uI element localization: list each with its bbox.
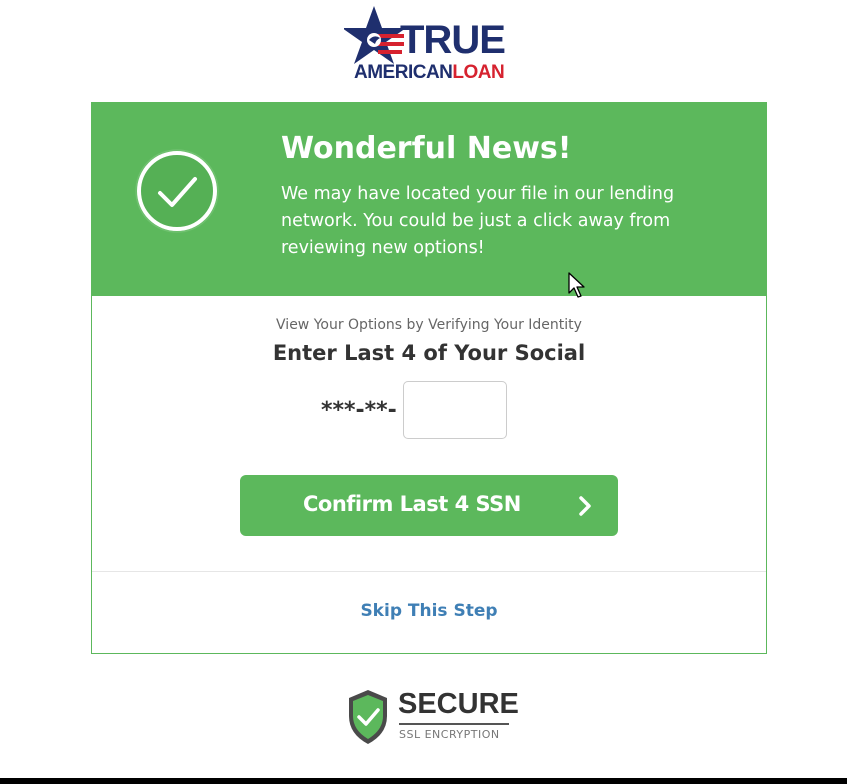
shield-check-icon [349,690,387,744]
logo-bottom-line: AMERICANLOAN [354,62,505,83]
banner-message: We may have located your file in our len… [281,184,675,258]
bottom-edge-bar [0,778,847,784]
page: TRUE AMERICANLOAN Wonderful News! We may… [0,0,847,784]
secure-title: SECURE [398,688,519,720]
confirm-ssn-button[interactable]: Confirm Last 4 SSN [240,475,618,536]
confirm-ssn-label: Confirm Last 4 SSN [303,492,521,516]
skip-step-link[interactable]: Skip This Step [92,601,766,621]
banner-title: Wonderful News! [281,131,572,166]
verify-identity-label: View Your Options by Verifying Your Iden… [276,317,582,333]
check-circle-icon [135,149,219,233]
chevron-right-icon [579,496,591,516]
logo-word-true: TRUE [400,18,506,62]
mouse-cursor-icon [568,272,585,298]
secure-ssl-badge: SECURE SSL ENCRYPTION [346,688,519,748]
true-american-loan-logo: TRUE AMERICANLOAN [342,4,522,88]
secure-subtitle: SSL ENCRYPTION [399,728,500,741]
ssn-mask-prefix: ***-**- [321,397,397,423]
verification-card: Wonderful News! We may have located your… [91,102,767,654]
ssn-heading: Enter Last 4 of Your Social [272,341,586,365]
logo-word-american: AMERICAN [354,62,453,83]
card-divider [92,571,766,572]
secure-divider [399,723,509,725]
logo-word-loan: LOAN [452,62,505,83]
success-banner: Wonderful News! We may have located your… [92,103,766,296]
ssn-entry-row: ***-**- [321,379,507,441]
ssn-last4-input[interactable] [402,381,507,439]
